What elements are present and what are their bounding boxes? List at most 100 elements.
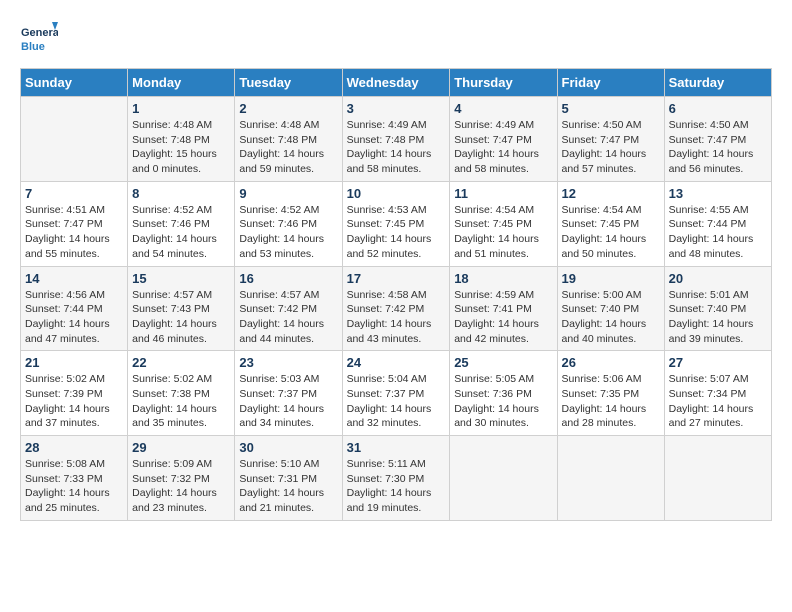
day-info: Sunrise: 4:57 AMSunset: 7:42 PMDaylight:… (239, 288, 337, 347)
calendar-cell: 22Sunrise: 5:02 AMSunset: 7:38 PMDayligh… (128, 351, 235, 436)
calendar-cell: 18 Sunrise: 4:59 AMSunset: 7:41 PMDayligh… (450, 266, 557, 351)
day-info: Sunrise: 5:03 AMSunset: 7:37 PMDaylight:… (239, 372, 337, 431)
calendar-header-row: SundayMondayTuesdayWednesdayThursdayFrid… (21, 69, 772, 97)
calendar-week-row: 14 Sunrise: 4:56 AMSunset: 7:44 PMDayligh… (21, 266, 772, 351)
logo: General Blue (20, 20, 58, 58)
day-number: 26 (562, 355, 660, 370)
calendar-table: SundayMondayTuesdayWednesdayThursdayFrid… (20, 68, 772, 521)
day-number: 3 (347, 101, 446, 116)
calendar-cell (557, 436, 664, 521)
calendar-cell: 3 Sunrise: 4:49 AMSunset: 7:48 PMDaylight… (342, 97, 450, 182)
day-number: 10 (347, 186, 446, 201)
calendar-cell (664, 436, 771, 521)
calendar-cell: 28 Sunrise: 5:08 AMSunset: 7:33 PMDayligh… (21, 436, 128, 521)
day-info: Sunrise: 5:00 AMSunset: 7:40 PMDaylight:… (562, 288, 660, 347)
day-number: 25 (454, 355, 552, 370)
day-number: 15 (132, 271, 230, 286)
calendar-cell: 21 Sunrise: 5:02 AMSunset: 7:39 PMDayligh… (21, 351, 128, 436)
calendar-body: 1 Sunrise: 4:48 AMSunset: 7:48 PMDaylight… (21, 97, 772, 521)
day-number: 21 (25, 355, 123, 370)
day-info: Sunrise: 5:09 AMSunset: 7:32 PMDaylight:… (132, 457, 230, 516)
calendar-cell: 4Sunrise: 4:49 AMSunset: 7:47 PMDaylight… (450, 97, 557, 182)
calendar-week-row: 7 Sunrise: 4:51 AMSunset: 7:47 PMDaylight… (21, 181, 772, 266)
day-number: 28 (25, 440, 123, 455)
day-info: Sunrise: 4:49 AMSunset: 7:48 PMDaylight:… (347, 118, 446, 177)
calendar-week-row: 1 Sunrise: 4:48 AMSunset: 7:48 PMDaylight… (21, 97, 772, 182)
day-number: 8 (132, 186, 230, 201)
calendar-cell: 6 Sunrise: 4:50 AMSunset: 7:47 PMDaylight… (664, 97, 771, 182)
day-info: Sunrise: 5:02 AMSunset: 7:38 PMDaylight:… (132, 372, 230, 431)
day-info: Sunrise: 5:10 AMSunset: 7:31 PMDaylight:… (239, 457, 337, 516)
day-number: 30 (239, 440, 337, 455)
calendar-cell: 7 Sunrise: 4:51 AMSunset: 7:47 PMDaylight… (21, 181, 128, 266)
calendar-cell: 23 Sunrise: 5:03 AMSunset: 7:37 PMDayligh… (235, 351, 342, 436)
day-number: 6 (669, 101, 767, 116)
day-info: Sunrise: 4:51 AMSunset: 7:47 PMDaylight:… (25, 203, 123, 262)
day-number: 12 (562, 186, 660, 201)
day-info: Sunrise: 5:06 AMSunset: 7:35 PMDaylight:… (562, 372, 660, 431)
day-number: 18 (454, 271, 552, 286)
day-info: Sunrise: 4:50 AMSunset: 7:47 PMDaylight:… (669, 118, 767, 177)
day-info: Sunrise: 5:02 AMSunset: 7:39 PMDaylight:… (25, 372, 123, 431)
calendar-cell: 1 Sunrise: 4:48 AMSunset: 7:48 PMDaylight… (128, 97, 235, 182)
day-number: 24 (347, 355, 446, 370)
svg-text:Blue: Blue (21, 41, 45, 53)
header-day-saturday: Saturday (664, 69, 771, 97)
day-number: 31 (347, 440, 446, 455)
day-number: 17 (347, 271, 446, 286)
calendar-cell: 20Sunrise: 5:01 AMSunset: 7:40 PMDayligh… (664, 266, 771, 351)
calendar-cell: 17Sunrise: 4:58 AMSunset: 7:42 PMDayligh… (342, 266, 450, 351)
calendar-cell: 15 Sunrise: 4:57 AMSunset: 7:43 PMDayligh… (128, 266, 235, 351)
day-info: Sunrise: 5:11 AMSunset: 7:30 PMDaylight:… (347, 457, 446, 516)
calendar-cell (21, 97, 128, 182)
header-day-sunday: Sunday (21, 69, 128, 97)
calendar-cell: 31 Sunrise: 5:11 AMSunset: 7:30 PMDayligh… (342, 436, 450, 521)
calendar-cell (450, 436, 557, 521)
day-info: Sunrise: 4:56 AMSunset: 7:44 PMDaylight:… (25, 288, 123, 347)
calendar-cell: 19Sunrise: 5:00 AMSunset: 7:40 PMDayligh… (557, 266, 664, 351)
calendar-cell: 8 Sunrise: 4:52 AMSunset: 7:46 PMDaylight… (128, 181, 235, 266)
calendar-week-row: 21 Sunrise: 5:02 AMSunset: 7:39 PMDayligh… (21, 351, 772, 436)
day-number: 29 (132, 440, 230, 455)
calendar-cell: 11Sunrise: 4:54 AMSunset: 7:45 PMDayligh… (450, 181, 557, 266)
calendar-cell: 12 Sunrise: 4:54 AMSunset: 7:45 PMDayligh… (557, 181, 664, 266)
day-info: Sunrise: 5:07 AMSunset: 7:34 PMDaylight:… (669, 372, 767, 431)
calendar-cell: 26 Sunrise: 5:06 AMSunset: 7:35 PMDayligh… (557, 351, 664, 436)
day-info: Sunrise: 4:50 AMSunset: 7:47 PMDaylight:… (562, 118, 660, 177)
svg-text:General: General (21, 27, 58, 39)
day-number: 23 (239, 355, 337, 370)
day-info: Sunrise: 4:52 AMSunset: 7:46 PMDaylight:… (132, 203, 230, 262)
day-info: Sunrise: 4:53 AMSunset: 7:45 PMDaylight:… (347, 203, 446, 262)
day-info: Sunrise: 4:59 AMSunset: 7:41 PMDaylight:… (454, 288, 552, 347)
calendar-cell: 2Sunrise: 4:48 AMSunset: 7:48 PMDaylight… (235, 97, 342, 182)
day-number: 14 (25, 271, 123, 286)
day-info: Sunrise: 4:52 AMSunset: 7:46 PMDaylight:… (239, 203, 337, 262)
calendar-cell: 29 Sunrise: 5:09 AMSunset: 7:32 PMDayligh… (128, 436, 235, 521)
logo-icon: General Blue (20, 20, 58, 58)
day-info: Sunrise: 5:08 AMSunset: 7:33 PMDaylight:… (25, 457, 123, 516)
day-info: Sunrise: 4:57 AMSunset: 7:43 PMDaylight:… (132, 288, 230, 347)
calendar-cell: 16Sunrise: 4:57 AMSunset: 7:42 PMDayligh… (235, 266, 342, 351)
day-number: 2 (239, 101, 337, 116)
calendar-week-row: 28 Sunrise: 5:08 AMSunset: 7:33 PMDayligh… (21, 436, 772, 521)
day-info: Sunrise: 4:54 AMSunset: 7:45 PMDaylight:… (562, 203, 660, 262)
day-info: Sunrise: 4:49 AMSunset: 7:47 PMDaylight:… (454, 118, 552, 177)
calendar-cell: 10 Sunrise: 4:53 AMSunset: 7:45 PMDayligh… (342, 181, 450, 266)
day-info: Sunrise: 4:48 AMSunset: 7:48 PMDaylight:… (132, 118, 230, 177)
day-number: 11 (454, 186, 552, 201)
day-number: 7 (25, 186, 123, 201)
day-number: 5 (562, 101, 660, 116)
calendar-cell: 30 Sunrise: 5:10 AMSunset: 7:31 PMDayligh… (235, 436, 342, 521)
calendar-cell: 24Sunrise: 5:04 AMSunset: 7:37 PMDayligh… (342, 351, 450, 436)
day-number: 1 (132, 101, 230, 116)
day-number: 27 (669, 355, 767, 370)
day-number: 9 (239, 186, 337, 201)
day-info: Sunrise: 5:01 AMSunset: 7:40 PMDaylight:… (669, 288, 767, 347)
day-info: Sunrise: 4:55 AMSunset: 7:44 PMDaylight:… (669, 203, 767, 262)
header-day-wednesday: Wednesday (342, 69, 450, 97)
calendar-cell: 13Sunrise: 4:55 AMSunset: 7:44 PMDayligh… (664, 181, 771, 266)
calendar-cell: 27 Sunrise: 5:07 AMSunset: 7:34 PMDayligh… (664, 351, 771, 436)
calendar-cell: 25 Sunrise: 5:05 AMSunset: 7:36 PMDayligh… (450, 351, 557, 436)
header-day-thursday: Thursday (450, 69, 557, 97)
day-info: Sunrise: 5:05 AMSunset: 7:36 PMDaylight:… (454, 372, 552, 431)
